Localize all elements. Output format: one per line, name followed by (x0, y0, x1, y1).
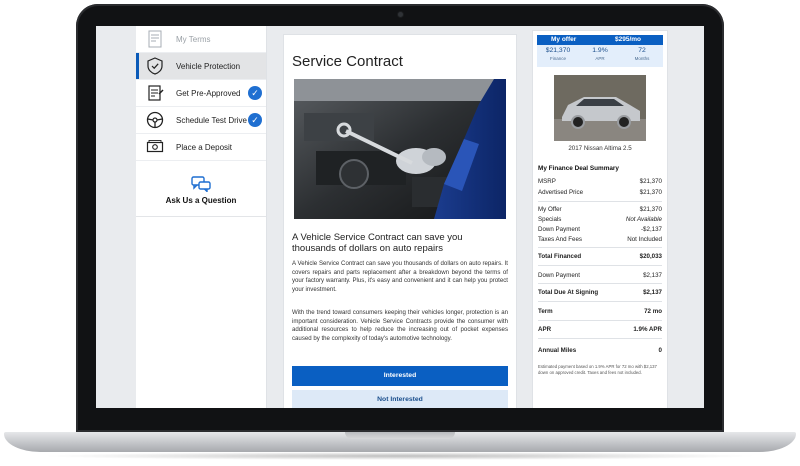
row-label: MSRP (538, 178, 556, 185)
document-icon (148, 30, 162, 48)
vehicle-photo (554, 75, 646, 141)
laptop-shadow (40, 452, 760, 460)
sidebar-item-my-terms[interactable]: My Terms (136, 26, 266, 53)
row-value: $21,370 (639, 178, 662, 185)
row-value: 72 mo (644, 308, 662, 315)
row-label: Taxes And Fees (538, 236, 583, 243)
row-value: $21,370 (639, 206, 662, 213)
offer-cell-months: 72 Months (621, 45, 663, 61)
divider (538, 320, 662, 321)
sidebar-item-label: Get Pre-Approved (176, 89, 241, 98)
row-value: Not Included (627, 236, 662, 243)
row-value: -$2,137 (641, 226, 662, 233)
ask-question-label: Ask Us a Question (165, 196, 237, 205)
camera-dot (398, 12, 403, 17)
row-label: Down Payment (538, 272, 580, 279)
page-title: Service Contract (292, 53, 403, 70)
sidebar: My Terms Vehicle Protection Get Pre-Appr… (136, 26, 267, 408)
offer-value: 1.9% (592, 47, 608, 54)
offer-label: My offer (551, 36, 577, 43)
row-value: $20,033 (639, 253, 662, 260)
row-value: 1.9% APR (633, 326, 662, 333)
not-interested-button[interactable]: Not Interested (292, 390, 508, 408)
sidebar-item-place-a-deposit[interactable]: Place a Deposit (136, 134, 266, 161)
row-label: Term (538, 308, 553, 315)
sidebar-item-label: Vehicle Protection (176, 62, 241, 71)
divider (538, 338, 662, 339)
offer-cell-finance: $21,370 Finance (537, 45, 579, 61)
checkmark-icon: ✓ (248, 113, 262, 127)
shield-icon (147, 57, 163, 75)
row-label: Annual Miles (538, 347, 577, 354)
chat-bubbles-icon (191, 176, 211, 192)
sidebar-item-label: My Terms (176, 35, 211, 44)
service-contract-card: Service Contract A Vehicle Service Contr… (283, 34, 517, 408)
row-value: $21,370 (639, 189, 662, 196)
deal-summary-panel: My offer $295/mo $21,370 Finance 1.9% AP… (532, 30, 668, 408)
offer-header: My offer $295/mo (537, 35, 663, 45)
offer-grid: $21,370 Finance 1.9% APR 72 Months (537, 45, 663, 67)
row-value: $2,137 (643, 272, 662, 279)
description-paragraph-1: A Vehicle Service Contract can save you … (292, 260, 508, 293)
section-subtitle: A Vehicle Service Contract can save you … (292, 232, 463, 254)
row-label: My Offer (538, 206, 562, 213)
row-label: Specials (538, 216, 562, 223)
row-label: APR (538, 326, 552, 333)
steering-wheel-icon (146, 111, 164, 129)
screen: My Terms Vehicle Protection Get Pre-Appr… (96, 26, 704, 408)
row-label: Advertised Price (538, 189, 584, 196)
row-label: Down Payment (538, 226, 580, 233)
laptop-notch (345, 432, 455, 439)
disclaimer-text: Estimated payment based on 1.9% APR for … (538, 364, 657, 375)
divider (538, 283, 662, 284)
row-label: Total Due At Signing (538, 289, 599, 296)
divider (538, 301, 662, 302)
divider (538, 247, 662, 248)
description-paragraph-2: With the trend toward consumers keeping … (292, 309, 508, 342)
offer-cell-label: Months (634, 56, 650, 61)
interested-button[interactable]: Interested (292, 366, 508, 386)
divider (538, 201, 662, 202)
row-value: 0 (658, 347, 662, 354)
summary-title: My Finance Deal Summary (538, 165, 619, 172)
sidebar-item-vehicle-protection[interactable]: Vehicle Protection (136, 53, 266, 80)
divider (538, 265, 662, 266)
cash-icon (146, 140, 164, 153)
vehicle-name: 2017 Nissan Altima 2.5 (568, 145, 632, 152)
offer-value: 72 (638, 47, 646, 54)
sidebar-item-label: Schedule Test Drive (176, 116, 247, 125)
offer-cell-apr: 1.9% APR (579, 45, 621, 61)
offer-value: $21,370 (545, 47, 571, 54)
mechanic-photo (294, 79, 506, 219)
sidebar-item-get-pre-approved[interactable]: Get Pre-Approved ✓ (136, 80, 266, 107)
sidebar-item-label: Place a Deposit (176, 143, 233, 152)
offer-cell-label: APR (595, 56, 605, 61)
sidebar-item-schedule-test-drive[interactable]: Schedule Test Drive ✓ (136, 107, 266, 134)
clipboard-icon (148, 85, 164, 101)
ask-question-button[interactable]: Ask Us a Question (136, 162, 266, 217)
offer-monthly: $295/mo (615, 36, 642, 43)
checkmark-icon: ✓ (248, 86, 262, 100)
row-value: $2,137 (643, 289, 662, 296)
offer-cell-label: Finance (549, 56, 566, 61)
row-value: Not Available (625, 216, 662, 223)
row-label: Total Financed (538, 253, 582, 260)
